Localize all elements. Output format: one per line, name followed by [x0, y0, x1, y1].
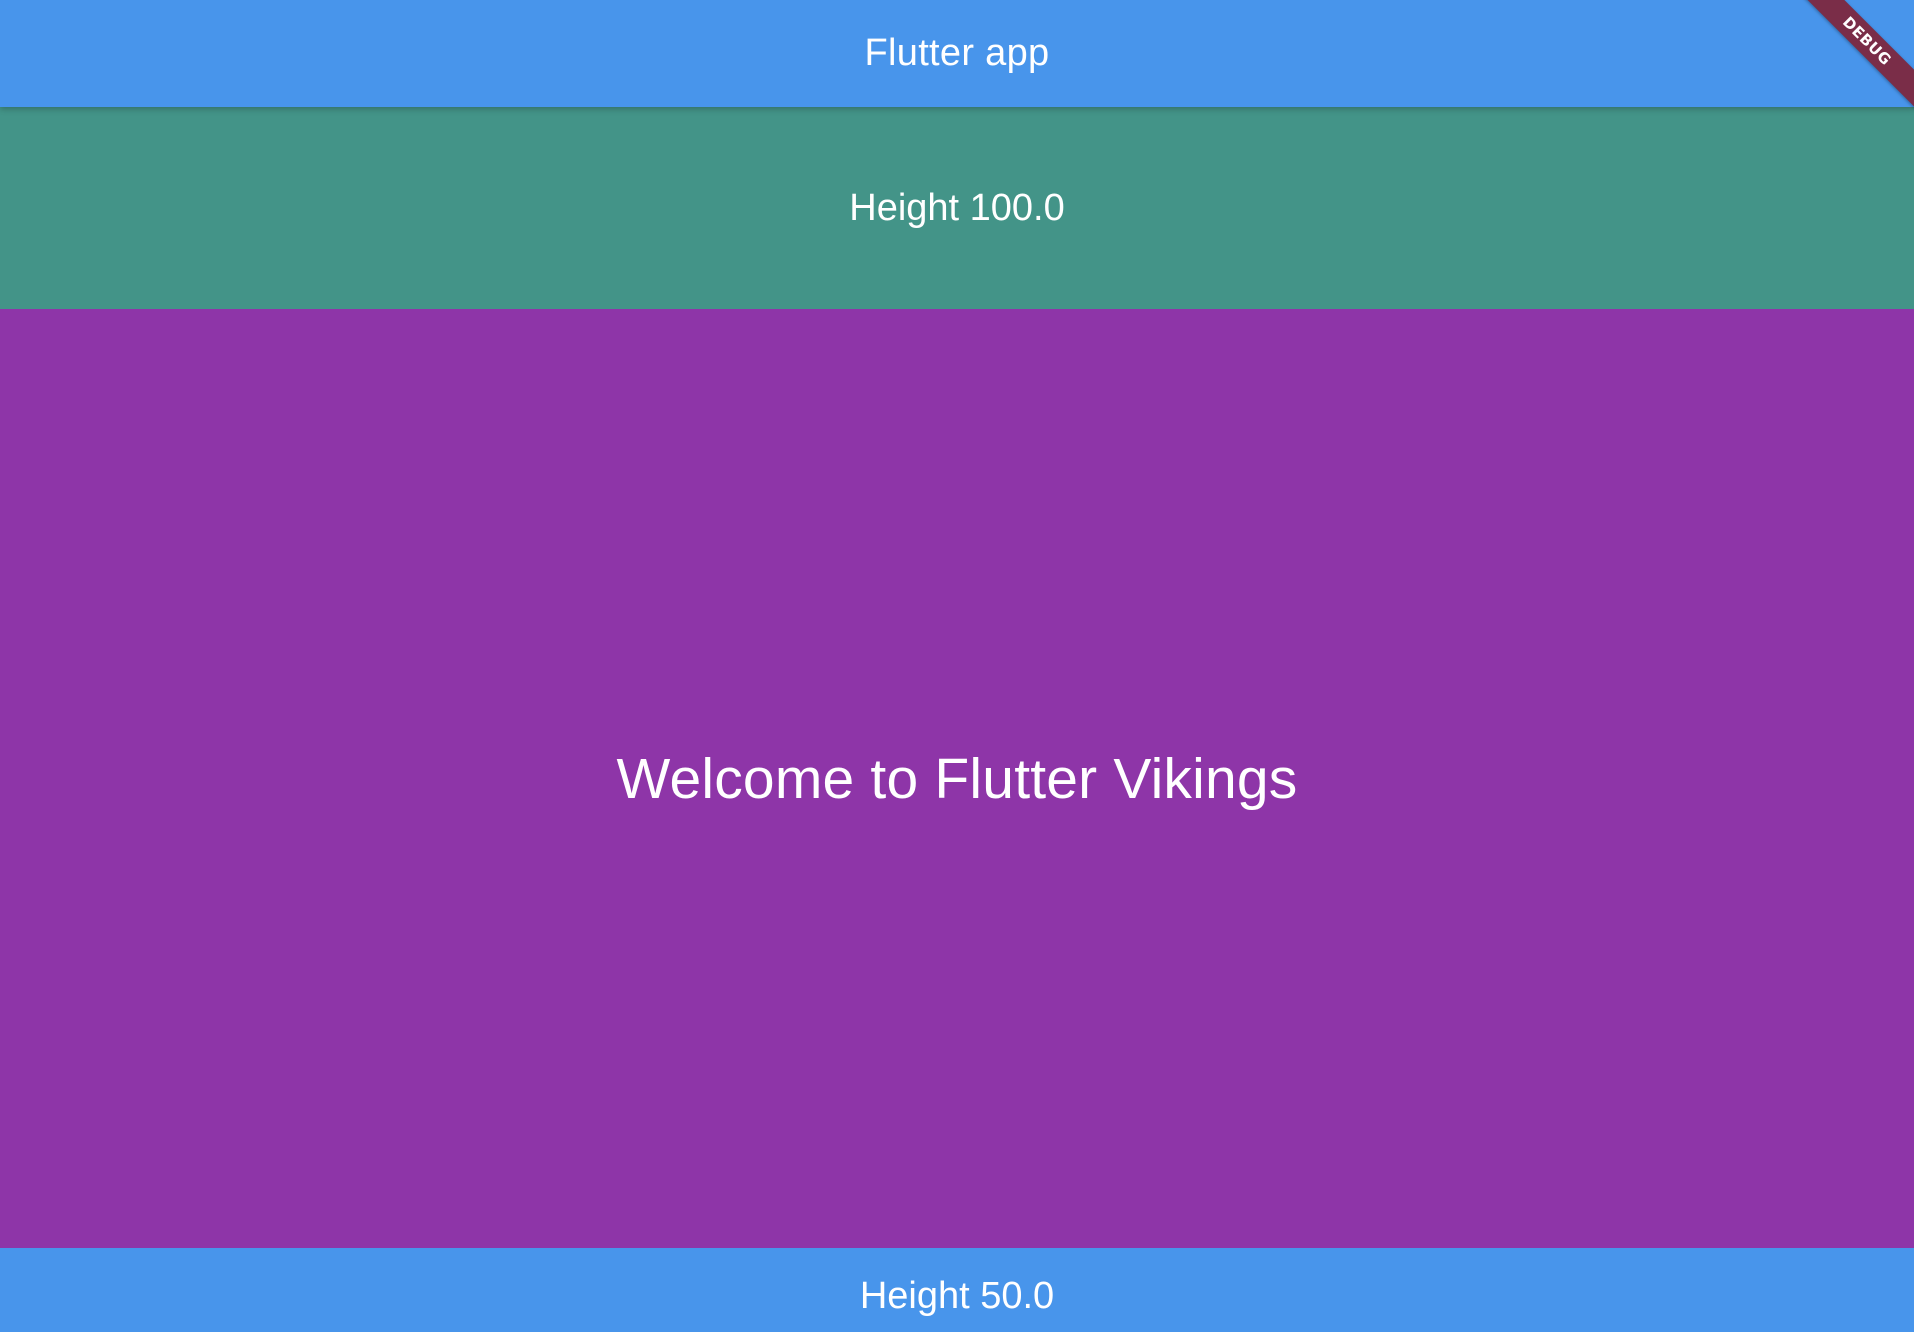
top-panel-label: Height 100.0 — [849, 186, 1065, 229]
middle-panel: Welcome to Flutter Vikings — [0, 309, 1914, 1248]
app-bar-title: Flutter app — [864, 32, 1050, 74]
bottom-panel: Height 50.0 — [0, 1248, 1914, 1332]
bottom-panel-label: Height 50.0 — [859, 1274, 1055, 1317]
welcome-text: Welcome to Flutter Vikings — [616, 746, 1298, 811]
app-bar: Flutter app — [0, 0, 1914, 107]
top-panel: Height 100.0 — [0, 107, 1914, 309]
